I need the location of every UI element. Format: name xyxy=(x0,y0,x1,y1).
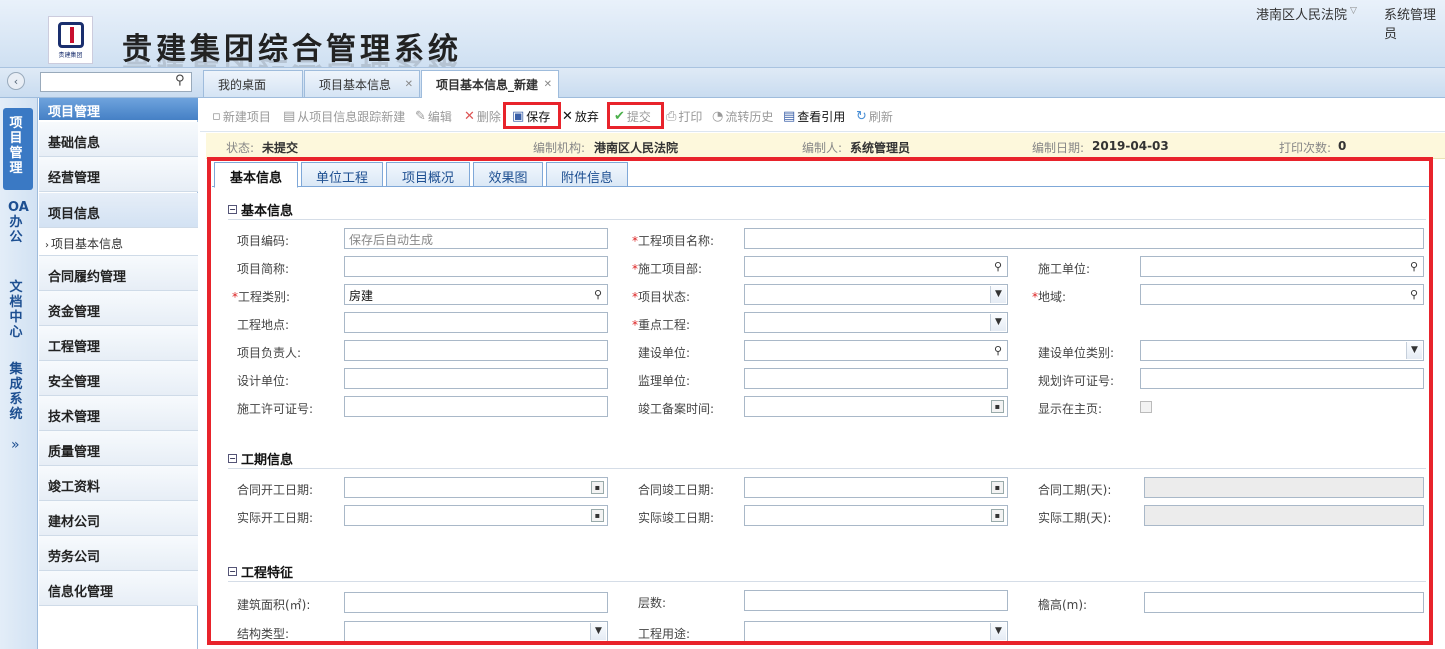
sidebar-item-business[interactable]: 经营管理 xyxy=(39,157,198,192)
collapse-icon[interactable]: ‹ xyxy=(7,72,25,90)
print-count-label: 打印次数: xyxy=(1279,141,1332,155)
sidebar-item-labor[interactable]: 劳务公司 xyxy=(39,536,198,571)
close-icon[interactable]: ✕ xyxy=(544,79,552,90)
refresh-icon: ↻ xyxy=(856,109,867,124)
sidebar-item-engineering[interactable]: 工程管理 xyxy=(39,326,198,361)
delete-button[interactable]: ✕ 删除 xyxy=(464,108,501,125)
button-label: 流转历史 xyxy=(725,110,774,124)
date-value: 2019-04-03 xyxy=(1092,139,1169,153)
author-value: 系统管理员 xyxy=(850,141,911,155)
tab-my-desktop[interactable]: 我的桌面 xyxy=(203,70,303,97)
button-label: 放弃 xyxy=(574,110,599,124)
vnav-integration[interactable]: 集成系统 xyxy=(8,362,24,422)
tab-project-info-new[interactable]: 项目基本信息_新建 ✕ xyxy=(421,70,559,98)
logo-mark-icon xyxy=(57,21,84,48)
tab-label: 项目基本信息 xyxy=(319,78,392,92)
submit-highlight xyxy=(607,102,664,129)
subitem-label: 项目基本信息 xyxy=(51,237,124,251)
org-value: 港南区人民法院 xyxy=(594,141,679,155)
save-highlight xyxy=(503,102,561,129)
new-from-track-button[interactable]: ▤ 从项目信息跟踪新建 xyxy=(283,108,405,125)
org-selector[interactable]: 港南区人民法院 xyxy=(1256,4,1347,23)
chevron-down-icon[interactable]: ▽ xyxy=(1350,6,1357,16)
history-button[interactable]: ◔ 流转历史 xyxy=(712,108,773,125)
sidebar-item-contract[interactable]: 合同履约管理 xyxy=(39,256,198,291)
sidebar-item-project-info[interactable]: 项目信息 xyxy=(39,193,198,228)
chevron-right-icon: › xyxy=(45,240,49,251)
status-value: 未提交 xyxy=(262,141,299,155)
close-icon: ✕ xyxy=(562,109,573,124)
sidebar-item-materials[interactable]: 建材公司 xyxy=(39,501,198,536)
vnav-project-management[interactable]: 项目管理 xyxy=(8,116,24,176)
tab-label: 项目基本信息_新建 xyxy=(436,78,539,92)
sidebar-item-completion[interactable]: 竣工资料 xyxy=(39,466,198,501)
sidebar-item-tech[interactable]: 技术管理 xyxy=(39,396,198,431)
sidebar-item-basic[interactable]: 基础信息 xyxy=(39,122,198,157)
author-label: 编制人: xyxy=(802,141,843,155)
company-logo: 贵建集团 xyxy=(48,16,93,64)
button-label: 从项目信息跟踪新建 xyxy=(297,110,406,124)
button-label: 删除 xyxy=(476,110,501,124)
view-reference-button[interactable]: ▤ 查看引用 xyxy=(783,108,845,125)
sidebar-item-it[interactable]: 信息化管理 xyxy=(39,571,198,606)
menu-search-input[interactable] xyxy=(40,72,192,92)
org-label: 编制机构: xyxy=(533,141,586,155)
new-project-button[interactable]: ▫ 新建项目 xyxy=(212,108,271,125)
button-label: 编辑 xyxy=(427,110,452,124)
button-label: 新建项目 xyxy=(222,110,271,124)
status-label: 状态: xyxy=(226,141,255,155)
sidebar-item-safety[interactable]: 安全管理 xyxy=(39,361,198,396)
edit-button[interactable]: ✎ 编辑 xyxy=(415,108,452,125)
date-label: 编制日期: xyxy=(1032,141,1085,155)
search-icon[interactable]: ⚲ xyxy=(175,73,185,88)
sidebar-subitem-project-basic[interactable]: › 项目基本信息 xyxy=(39,228,198,256)
sidebar-header: 项目管理 xyxy=(39,98,198,120)
form-highlight xyxy=(207,157,1433,645)
logo-text: 贵建集团 xyxy=(58,51,83,59)
current-user[interactable]: 系统管理员 xyxy=(1384,4,1445,42)
refresh-button[interactable]: ↻ 刷新 xyxy=(856,108,893,125)
printer-icon: ⎙ xyxy=(666,109,677,124)
button-label: 查看引用 xyxy=(797,110,846,124)
button-label: 刷新 xyxy=(868,110,893,124)
button-label: 打印 xyxy=(678,110,703,124)
edit-icon: ✎ xyxy=(415,109,426,124)
abandon-button[interactable]: ✕ 放弃 xyxy=(562,108,599,125)
sidebar-item-funds[interactable]: 资金管理 xyxy=(39,291,198,326)
vnav-documents[interactable]: 文档中心 xyxy=(8,280,24,340)
system-title-reflection: 贵建集团综合管理系统 xyxy=(122,55,462,67)
import-icon: ▤ xyxy=(283,109,296,124)
double-chevron-right-icon[interactable]: » xyxy=(11,437,20,453)
reference-icon: ▤ xyxy=(783,109,796,124)
tab-label: 我的桌面 xyxy=(218,78,267,92)
print-button[interactable]: ⎙ 打印 xyxy=(666,108,702,125)
delete-icon: ✕ xyxy=(464,109,475,124)
print-count-value: 0 xyxy=(1338,139,1347,153)
new-doc-icon: ▫ xyxy=(212,109,221,124)
sidebar-item-quality[interactable]: 质量管理 xyxy=(39,431,198,466)
tab-project-info[interactable]: 项目基本信息 ✕ xyxy=(304,70,420,97)
history-icon: ◔ xyxy=(712,109,724,124)
vnav-oa[interactable]: OA办公 xyxy=(8,200,29,245)
close-icon[interactable]: ✕ xyxy=(405,79,413,90)
